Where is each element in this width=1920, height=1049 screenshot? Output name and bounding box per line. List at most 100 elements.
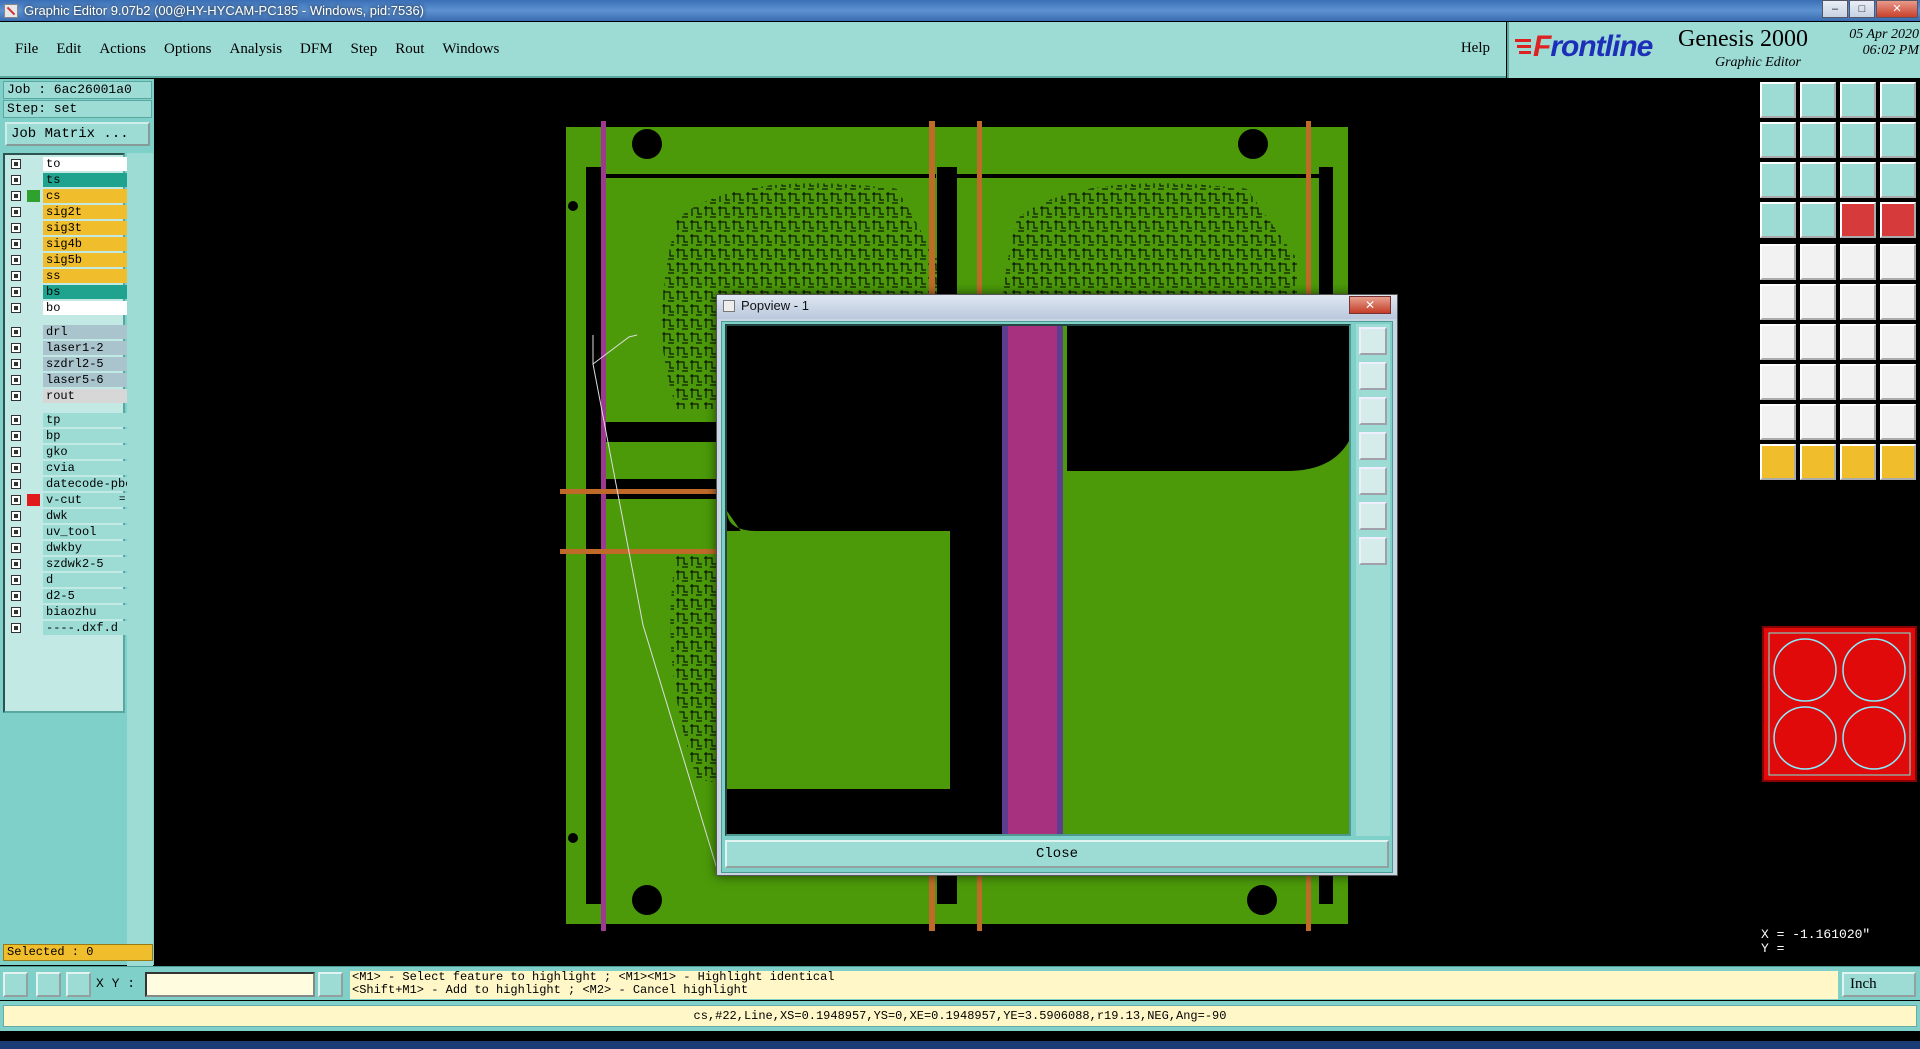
layer-row[interactable]: laser5-6 <box>7 373 129 387</box>
menu-options[interactable]: Options <box>155 41 221 58</box>
layer-checkbox[interactable] <box>11 375 21 385</box>
layer-name[interactable]: bp <box>43 429 129 443</box>
layer-name[interactable]: gko <box>43 445 129 459</box>
layer-row[interactable]: gko <box>7 445 129 459</box>
pv-pan-left-icon[interactable] <box>1359 432 1387 460</box>
layer-checkbox[interactable] <box>11 287 21 297</box>
window-icon[interactable] <box>1880 82 1916 118</box>
layer-row[interactable]: tp <box>7 413 129 427</box>
layer-checkbox[interactable] <box>11 575 21 585</box>
zoom-out-icon[interactable] <box>1880 122 1916 158</box>
layer-name[interactable]: rout <box>43 389 129 403</box>
zoom-fit-icon[interactable] <box>1760 162 1796 198</box>
scale-icon[interactable] <box>1840 162 1876 198</box>
layer-checkbox[interactable] <box>11 223 21 233</box>
layer-name[interactable]: tp <box>43 413 129 427</box>
layer-checkbox[interactable] <box>11 175 21 185</box>
measure-icon[interactable] <box>1760 202 1796 238</box>
layer-name[interactable]: ts <box>43 173 129 187</box>
layer-checkbox[interactable] <box>11 495 21 505</box>
layer-checkbox[interactable] <box>11 431 21 441</box>
layer-name[interactable]: drl <box>43 325 129 339</box>
unit-selector[interactable]: Inch <box>1842 972 1916 997</box>
pv-zoom-fit-icon[interactable] <box>1359 502 1387 530</box>
snap-center-icon[interactable] <box>1880 202 1916 238</box>
layer-row[interactable]: dwk <box>7 509 129 523</box>
menu-dfm[interactable]: DFM <box>291 41 342 58</box>
save-icon[interactable] <box>1800 82 1836 118</box>
layer-name[interactable]: laser5-6 <box>43 373 129 387</box>
layer-checkbox[interactable] <box>11 359 21 369</box>
layer-row[interactable]: d <box>7 573 129 587</box>
layer-row[interactable]: szdrl2-5 <box>7 357 129 371</box>
cut-line-icon[interactable] <box>1800 364 1836 400</box>
layer-checkbox[interactable] <box>11 511 21 521</box>
layer-row[interactable]: rout <box>7 389 129 403</box>
layer-row[interactable]: d2-5 <box>7 589 129 603</box>
menu-step[interactable]: Step <box>342 41 387 58</box>
info-icon[interactable] <box>318 972 343 997</box>
layer-checkbox[interactable] <box>11 391 21 401</box>
layer-name[interactable]: bo <box>43 301 129 315</box>
layer-name[interactable]: sig4b <box>43 237 129 251</box>
layer-name[interactable]: v-cut <box>43 493 129 507</box>
select-icon[interactable] <box>1760 444 1796 480</box>
measure-mode-icon[interactable] <box>36 972 61 997</box>
layer-checkbox[interactable] <box>11 239 21 249</box>
move-node-icon[interactable] <box>1840 284 1876 320</box>
layer-row[interactable]: bs <box>7 285 129 299</box>
layer-name[interactable]: biaozhu <box>43 605 129 619</box>
layer-name[interactable]: uv_tool <box>43 525 129 539</box>
layer-row[interactable]: biaozhu <box>7 605 129 619</box>
layer-row[interactable]: drl <box>7 325 129 339</box>
layer-name[interactable]: to <box>43 157 129 171</box>
layer-name[interactable]: d2-5 <box>43 589 129 603</box>
pan-right-icon[interactable] <box>1800 122 1836 158</box>
layer-name[interactable]: laser1-2 <box>43 341 129 355</box>
layer-name[interactable]: ss <box>43 269 129 283</box>
layer-name[interactable]: szdrl2-5 <box>43 357 129 371</box>
layer-name[interactable]: szdwk2-5 <box>43 557 129 571</box>
slot-icon[interactable] <box>1880 324 1916 360</box>
layer-checkbox[interactable] <box>11 415 21 425</box>
layer-name[interactable]: sig2t <box>43 205 129 219</box>
layer-checkbox[interactable] <box>11 327 21 337</box>
pv-pan-right-icon[interactable] <box>1359 467 1387 495</box>
layer-row[interactable]: cs <box>7 189 129 203</box>
pv-pan-up-icon[interactable] <box>1359 362 1387 390</box>
query-icon[interactable] <box>1880 162 1916 198</box>
add-pad-icon[interactable] <box>1760 244 1796 280</box>
layer-row[interactable]: v-cut = <box>7 493 129 507</box>
menu-rout[interactable]: Rout <box>386 41 433 58</box>
layer-row[interactable]: ----.dxf.d <box>7 621 129 635</box>
minimize-button[interactable]: – <box>1822 0 1848 18</box>
layer-row[interactable]: sig4b <box>7 237 129 251</box>
select-highlight-icon[interactable] <box>1840 444 1876 480</box>
add-line-icon[interactable] <box>1840 244 1876 280</box>
layer-row[interactable]: datecode-pbc <box>7 477 129 491</box>
copy-icon[interactable] <box>1760 364 1796 400</box>
layer-row[interactable]: dwkby <box>7 541 129 555</box>
layer-checkbox[interactable] <box>11 271 21 281</box>
add-surface-icon[interactable] <box>1800 244 1836 280</box>
layer-row[interactable]: bp <box>7 429 129 443</box>
layer-name[interactable]: d <box>43 573 129 587</box>
layer-checkbox[interactable] <box>11 527 21 537</box>
layer-row[interactable]: bo <box>7 301 129 315</box>
triangle-c-icon[interactable] <box>1880 404 1916 440</box>
layer-name[interactable]: sig3t <box>43 221 129 235</box>
layer-checkbox[interactable] <box>11 343 21 353</box>
snap-icon[interactable] <box>1840 202 1876 238</box>
triangle-a-icon[interactable] <box>1800 404 1836 440</box>
triangle-icon[interactable] <box>1760 404 1796 440</box>
layer-row[interactable]: szdwk2-5 <box>7 557 129 571</box>
layer-row[interactable]: sig2t <box>7 205 129 219</box>
maximize-button[interactable]: □ <box>1849 0 1875 18</box>
menu-help[interactable]: Help <box>1461 40 1490 57</box>
layer-row[interactable]: sig5b <box>7 253 129 267</box>
layer-checkbox[interactable] <box>11 591 21 601</box>
layer-name[interactable]: datecode-pbc <box>43 477 129 491</box>
triangle-b-icon[interactable] <box>1840 404 1876 440</box>
add-circle-icon[interactable] <box>1880 244 1916 280</box>
layer-checkbox[interactable] <box>11 207 21 217</box>
